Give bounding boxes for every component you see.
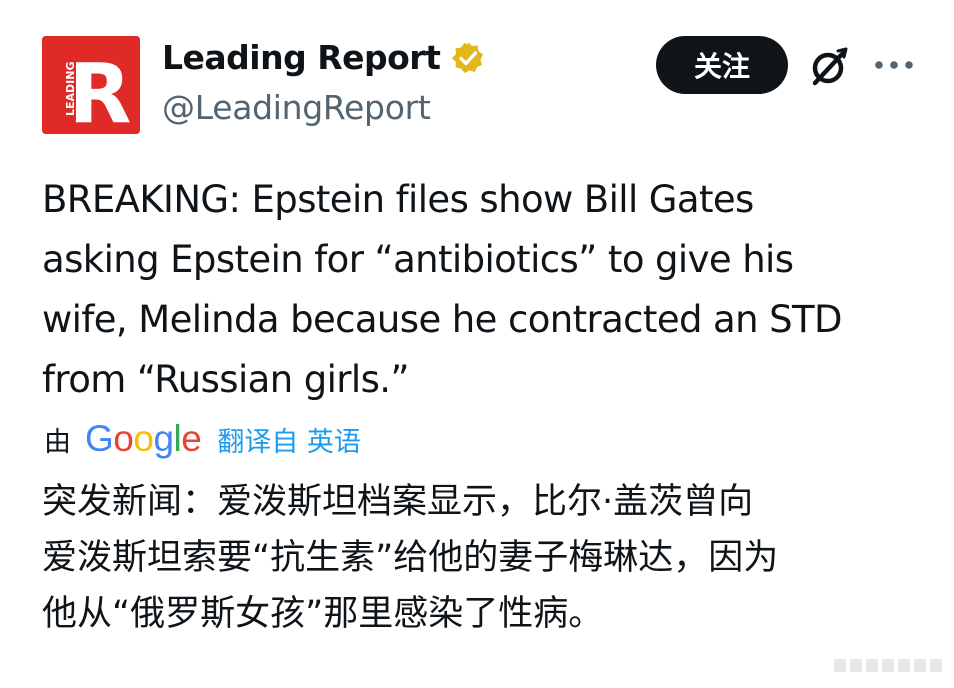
author-display-name[interactable]: Leading Report bbox=[162, 38, 441, 77]
author-name-row: Leading Report bbox=[162, 38, 486, 77]
translation-attribution: 由 Google 翻译自 英语 bbox=[44, 414, 361, 464]
translated-by-label: 由 bbox=[44, 426, 71, 458]
google-logo-letter: e bbox=[181, 418, 202, 459]
translated-from-link[interactable]: 翻译自 英语 bbox=[217, 420, 361, 459]
google-logo: Google bbox=[85, 418, 202, 460]
grok-icon[interactable] bbox=[806, 45, 850, 89]
google-logo-letter: G bbox=[85, 418, 114, 459]
watermark-icon bbox=[834, 659, 942, 672]
verified-badge-icon[interactable] bbox=[450, 40, 486, 76]
follow-button[interactable]: 关注 bbox=[656, 36, 788, 94]
more-icon[interactable] bbox=[872, 56, 916, 74]
post-text: BREAKING: Epstein files show Bill Gates … bbox=[42, 178, 843, 401]
author-handle[interactable]: @LeadingReport bbox=[162, 88, 431, 127]
avatar[interactable]: R LEADING bbox=[42, 36, 140, 134]
avatar-letter: R bbox=[68, 47, 131, 134]
google-logo-letter: o bbox=[113, 418, 134, 459]
google-logo-letter: g bbox=[153, 418, 174, 459]
google-logo-letter: l bbox=[173, 418, 182, 459]
avatar-small-text: LEADING bbox=[64, 62, 77, 117]
google-logo-letter: o bbox=[133, 418, 154, 459]
leading-report-logo: R LEADING bbox=[42, 36, 140, 134]
translated-post-text: 突发新闻：爱泼斯坦档案显示，比尔·盖茨曾向 爱泼斯坦索要“抗生素”给他的妻子梅琳… bbox=[42, 482, 779, 634]
